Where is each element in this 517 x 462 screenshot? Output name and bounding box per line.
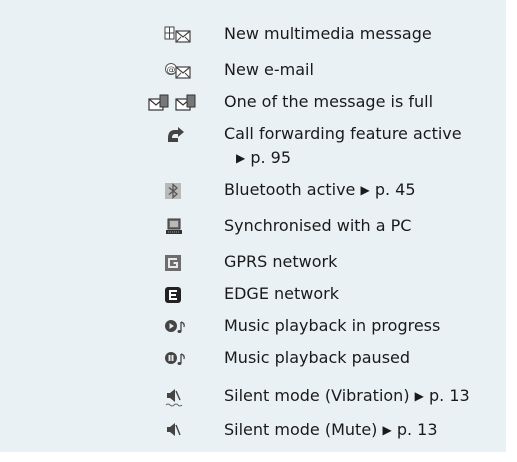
silent-vibration-icon: [164, 388, 184, 407]
bluetooth-icon: [164, 182, 184, 200]
edge-icon: [164, 286, 184, 304]
legend-text: EDGE network: [224, 284, 339, 303]
legend-row-pc-sync: Synchronised with a PC: [0, 216, 506, 244]
legend-row-silent-vibration: Silent mode (Vibration) ▶ p. 13: [0, 386, 506, 414]
page-reference: ▶ p. 95: [236, 148, 292, 167]
arrow-right-icon: ▶: [382, 423, 392, 437]
legend-row-message-full: One of the message is full: [0, 92, 506, 120]
legend-row-multimedia: New multimedia message: [0, 24, 506, 52]
svg-text:@: @: [167, 66, 176, 76]
legend-row-edge: EDGE network: [0, 284, 506, 312]
music-paused-icon: [164, 350, 188, 368]
legend-text: GPRS network: [224, 252, 338, 271]
music-playing-icon: [164, 318, 188, 336]
icon-legend-panel: New multimedia message @ New e-mail One …: [0, 0, 506, 452]
legend-text: Bluetooth active ▶ p. 45: [224, 180, 416, 199]
legend-row-music-playing: Music playback in progress: [0, 316, 506, 344]
arrow-right-icon: ▶: [236, 151, 246, 165]
legend-row-gprs: GPRS network: [0, 252, 506, 280]
legend-row-email: @ New e-mail: [0, 60, 506, 88]
legend-text: Synchronised with a PC: [224, 216, 412, 235]
multimedia-message-icon: [164, 26, 202, 44]
pc-sync-icon: [165, 218, 185, 236]
legend-text: New e-mail: [224, 60, 314, 79]
legend-text: Music playback paused: [224, 348, 411, 367]
legend-row-silent-mute: Silent mode (Mute) ▶ p. 13: [0, 420, 506, 448]
legend-text: Call forwarding feature active: [224, 124, 462, 143]
legend-row-bluetooth: Bluetooth active ▶ p. 45: [0, 180, 506, 208]
email-icon: @: [164, 62, 202, 80]
legend-text: Silent mode (Mute) ▶ p. 13: [224, 420, 438, 439]
silent-mute-icon: [164, 422, 184, 440]
gprs-icon: [164, 254, 184, 272]
legend-row-call-forwarding: Call forwarding feature active ▶ p. 95: [0, 124, 506, 172]
legend-text: Music playback in progress: [224, 316, 441, 335]
arrow-right-icon: ▶: [414, 389, 424, 403]
call-forwarding-icon: [166, 126, 186, 144]
legend-row-music-paused: Music playback paused: [0, 348, 506, 376]
legend-text: New multimedia message: [224, 24, 432, 43]
legend-text: One of the message is full: [224, 92, 434, 111]
legend-text: Silent mode (Vibration) ▶ p. 13: [224, 386, 470, 405]
message-full-icon: [148, 94, 208, 112]
arrow-right-icon: ▶: [360, 183, 370, 197]
